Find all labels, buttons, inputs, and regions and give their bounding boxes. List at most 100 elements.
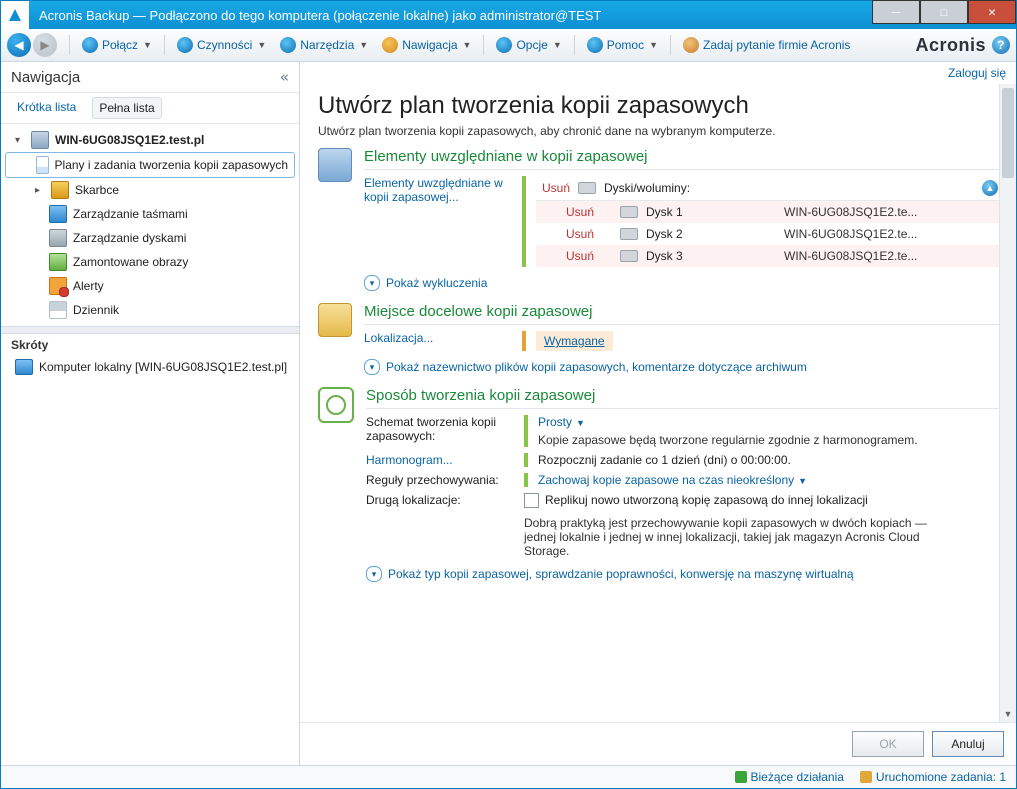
alert-icon xyxy=(49,277,67,295)
close-button[interactable]: ✕ xyxy=(968,0,1016,24)
statusbar: Bieżące działania Uruchomione zadania: 1 xyxy=(1,765,1016,788)
toolbar-tools[interactable]: Narzędzia▼ xyxy=(274,35,374,55)
tree-root[interactable]: ▾WIN-6UG08JSQ1E2.test.pl xyxy=(1,128,299,152)
toolbar-help[interactable]: Pomoc▼ xyxy=(581,35,664,55)
options-icon xyxy=(496,37,512,53)
remove-all-link[interactable]: Usuń xyxy=(542,181,570,195)
chevron-down-icon: ▼ xyxy=(649,40,658,50)
shortcut-local-computer[interactable]: Komputer lokalny [WIN-6UG08JSQ1E2.test.p… xyxy=(1,356,299,378)
schedule-value: Rozpocznij zadanie co 1 dzień (dni) o 00… xyxy=(538,453,791,467)
remove-item-link[interactable]: Usuń xyxy=(566,205,612,219)
expand-icon[interactable]: ▾ xyxy=(15,135,25,146)
tree-item-alerts[interactable]: Alerty xyxy=(1,274,299,298)
log-icon xyxy=(49,301,67,319)
scheme-description: Kopie zapasowe będą tworzone regularnie … xyxy=(538,433,1004,447)
section-destination: Miejsce docelowe kopii zapasowej Lokaliz… xyxy=(318,303,1004,379)
page-title: Utwórz plan tworzenia kopii zapasowych xyxy=(318,92,1004,120)
toolbar-options[interactable]: Opcje▼ xyxy=(490,35,567,55)
clock-section-icon xyxy=(318,387,354,423)
shortcuts-header: Skróty xyxy=(1,334,299,356)
items-table-header: Usuń Dyski/woluminy: ▲ xyxy=(536,176,1004,201)
tape-icon xyxy=(49,205,67,223)
remove-item-link[interactable]: Usuń xyxy=(566,249,612,263)
tab-full-list[interactable]: Pełna lista xyxy=(92,97,161,119)
items-link[interactable]: Elementy uwzględniane w kopii zapasowej.… xyxy=(364,176,522,204)
tree-item-vaults[interactable]: ▸Skarbce xyxy=(1,178,299,202)
nav-forward-button[interactable]: ▶ xyxy=(33,33,57,57)
scroll-thumb[interactable] xyxy=(1002,88,1014,178)
page-subtitle: Utwórz plan tworzenia kopii zapasowych, … xyxy=(318,124,1004,138)
expand-icon[interactable]: ▸ xyxy=(35,185,45,196)
tree-item-tapes[interactable]: Zarządzanie taśmami xyxy=(1,202,299,226)
show-exclusions-link[interactable]: ▾Pokaż wykluczenia xyxy=(364,275,1004,291)
wrench-icon xyxy=(280,37,296,53)
section-items: Elementy uwzględniane w kopii zapasowej … xyxy=(318,148,1004,295)
scroll-down-icon[interactable]: ▼ xyxy=(1000,706,1016,722)
main-panel: Zaloguj się Utwórz plan tworzenia kopii … xyxy=(300,62,1016,765)
retention-label: Reguły przechowywania: xyxy=(366,473,524,487)
monitor-icon xyxy=(15,359,33,375)
status-running-tasks[interactable]: Uruchomione zadania: 1 xyxy=(860,770,1006,784)
tree-item-disks[interactable]: Zarządzanie dyskami xyxy=(1,226,299,250)
server-icon xyxy=(31,131,49,149)
brand-help-icon[interactable]: ? xyxy=(992,36,1010,54)
schedule-link[interactable]: Harmonogram... xyxy=(366,453,524,467)
toolbar-actions[interactable]: Czynności▼ xyxy=(171,35,272,55)
disk-icon xyxy=(620,206,638,218)
replicate-checkbox[interactable] xyxy=(524,493,539,508)
chevron-down-icon: ▼ xyxy=(463,40,472,50)
chevron-down-icon: ▼ xyxy=(257,40,266,50)
chevron-down-icon: ▾ xyxy=(366,566,382,582)
scheme-label: Schemat tworzenia kopii zapasowych: xyxy=(366,415,524,443)
item-row: Usuń Dysk 2 WIN-6UG08JSQ1E2.te... xyxy=(536,223,1004,245)
items-section-icon xyxy=(318,148,352,182)
retention-dropdown[interactable]: Zachowaj kopie zapasowe na czas nieokreś… xyxy=(538,473,807,487)
vault-icon xyxy=(51,181,69,199)
tree-item-plans[interactable]: Plany i zadania tworzenia kopii zapasowy… xyxy=(5,152,295,178)
chevron-down-icon: ▾ xyxy=(364,359,380,375)
item-name: Dysk 2 xyxy=(646,227,776,241)
tree-item-log[interactable]: Dziennik xyxy=(1,298,299,322)
sidebar: Nawigacja « Krótka lista Pełna lista ▾WI… xyxy=(1,62,300,765)
item-name: Dysk 1 xyxy=(646,205,776,219)
person-icon xyxy=(683,37,699,53)
show-naming-link[interactable]: ▾Pokaż nazewnictwo plików kopii zapasowy… xyxy=(364,359,1004,375)
disk-icon xyxy=(620,250,638,262)
login-link[interactable]: Zaloguj się xyxy=(948,66,1006,80)
sidebar-header: Nawigacja « xyxy=(1,62,299,93)
button-bar: OK Anuluj xyxy=(300,722,1016,765)
collapse-items-icon[interactable]: ▲ xyxy=(982,180,998,196)
item-host: WIN-6UG08JSQ1E2.te... xyxy=(784,249,917,263)
section-items-title: Elementy uwzględniane w kopii zapasowej xyxy=(364,148,1004,170)
disk-icon xyxy=(620,228,638,240)
help-icon xyxy=(587,37,603,53)
globe-icon xyxy=(82,37,98,53)
chevron-down-icon: ▼ xyxy=(359,40,368,50)
scheme-dropdown[interactable]: Prosty▼ xyxy=(538,415,585,429)
toolbar-navigation[interactable]: Nawigacja▼ xyxy=(376,35,477,55)
minimize-button[interactable]: — xyxy=(872,0,920,24)
content-area: Utwórz plan tworzenia kopii zapasowych U… xyxy=(300,84,1016,722)
plans-icon xyxy=(36,156,49,174)
chevron-down-icon: ▼ xyxy=(798,476,807,486)
content-scrollbar[interactable]: ▲ ▼ xyxy=(999,84,1016,722)
cancel-button[interactable]: Anuluj xyxy=(932,731,1004,757)
toolbar-ask[interactable]: Zadaj pytanie firmie Acronis xyxy=(677,35,856,55)
tab-short-list[interactable]: Krótka lista xyxy=(11,97,82,119)
tree-item-images[interactable]: Zamontowane obrazy xyxy=(1,250,299,274)
toolbar-connect[interactable]: Połącz▼ xyxy=(76,35,158,55)
section-how: Sposób tworzenia kopii zapasowej Schemat… xyxy=(318,387,1004,586)
item-host: WIN-6UG08JSQ1E2.te... xyxy=(784,227,917,241)
required-label[interactable]: Wymagane xyxy=(544,334,605,348)
ok-button[interactable]: OK xyxy=(852,731,924,757)
show-backup-type-link[interactable]: ▾Pokaż typ kopii zapasowej, sprawdzanie … xyxy=(366,566,1004,582)
maximize-button[interactable]: ☐ xyxy=(920,0,968,24)
nav-tree: ▾WIN-6UG08JSQ1E2.test.pl Plany i zadania… xyxy=(1,124,299,326)
remove-item-link[interactable]: Usuń xyxy=(566,227,612,241)
status-current-actions[interactable]: Bieżące działania xyxy=(735,770,844,784)
item-row: Usuń Dysk 3 WIN-6UG08JSQ1E2.te... xyxy=(536,245,1004,267)
task-icon xyxy=(860,771,872,783)
collapse-sidebar-icon[interactable]: « xyxy=(280,68,289,86)
location-link[interactable]: Lokalizacja... xyxy=(364,331,522,345)
nav-back-button[interactable]: ◀ xyxy=(7,33,31,57)
